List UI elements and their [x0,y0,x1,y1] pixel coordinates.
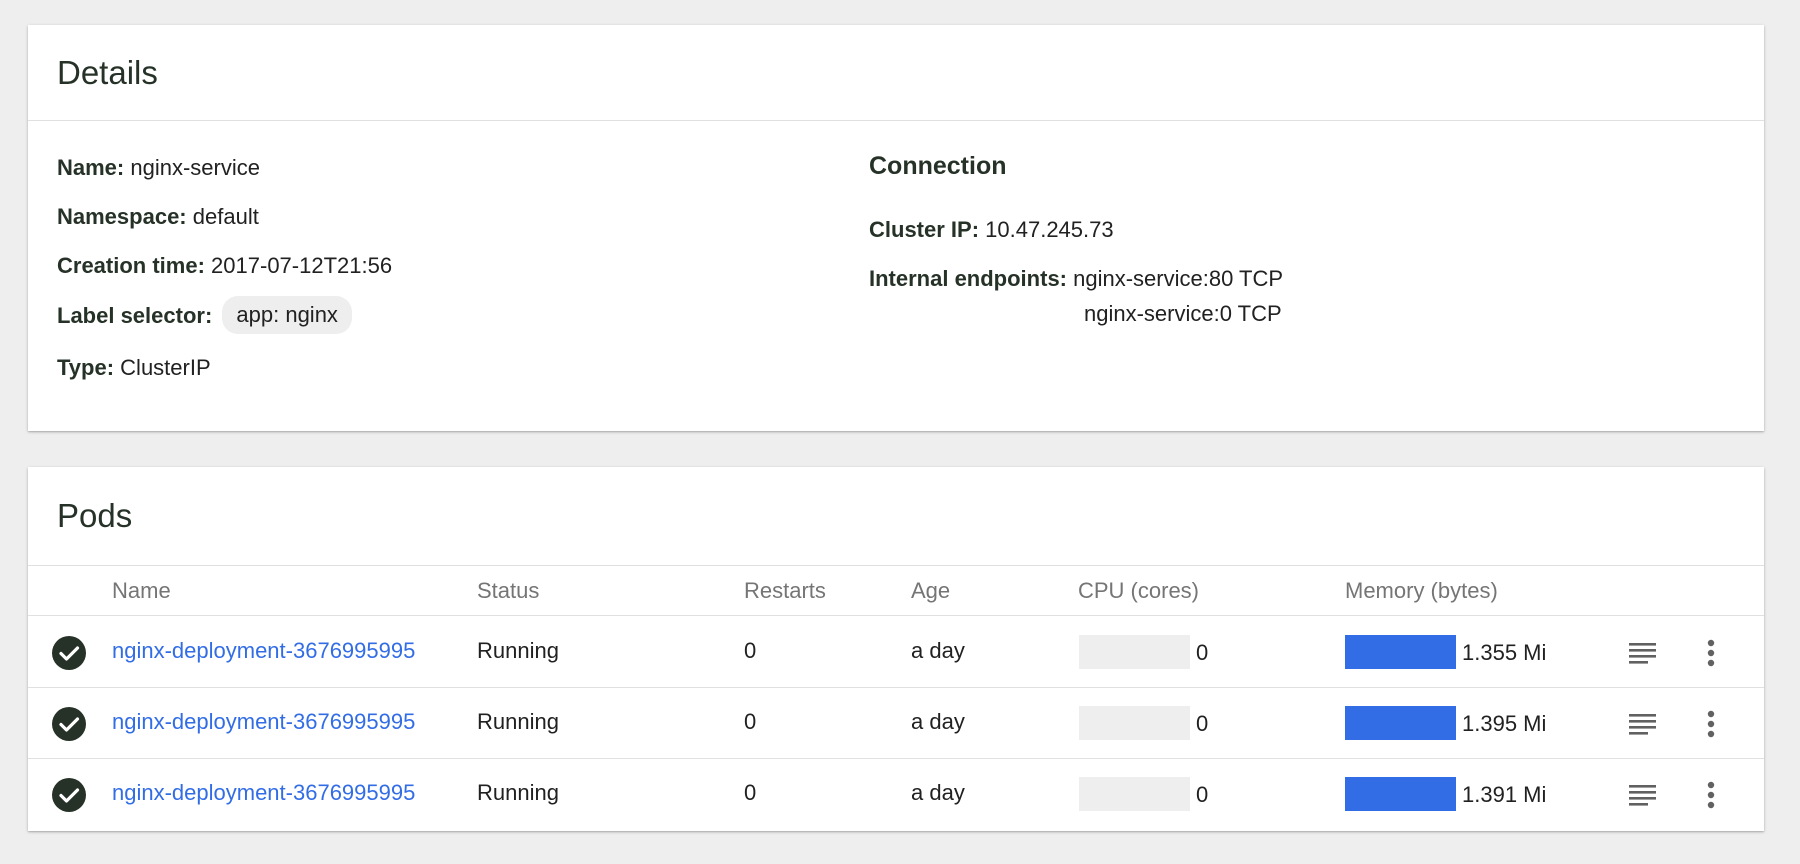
pods-header: Pods [28,467,1764,566]
field-internal-endpoints-label: Internal endpoints: [869,266,1067,291]
pods-card: Pods Name Status Restarts Age CPU (cores… [28,467,1764,831]
details-header: Details [28,25,1764,121]
memory-bar [1345,777,1456,811]
field-name-label: Name: [57,155,125,180]
column-header-status[interactable]: Status [477,576,539,606]
field-internal-endpoints-2: nginx-service:0 TCP [1084,299,1282,329]
field-creation-time: Creation time: 2017-07-12T21:56 [57,251,392,281]
column-header-cpu[interactable]: CPU (cores) [1078,576,1199,606]
field-cluster-ip: Cluster IP: 10.47.245.73 [869,215,1114,245]
table-row: nginx-deployment-3676995995 Running 0 a … [28,688,1764,759]
pod-restarts: 0 [744,780,757,805]
column-header-memory[interactable]: Memory (bytes) [1345,576,1498,606]
pod-age: a day [911,638,965,663]
pods-table-header: Name Status Restarts Age CPU (cores) Mem… [28,566,1764,616]
column-header-age[interactable]: Age [911,576,950,606]
logs-icon[interactable] [1624,777,1660,813]
connection-title: Connection [869,152,1007,180]
pod-status: Running [477,709,559,734]
column-header-restarts[interactable]: Restarts [744,576,826,606]
memory-bar-fill [1345,635,1456,669]
memory-bar [1345,635,1456,669]
table-row: nginx-deployment-3676995995 Running 0 a … [28,617,1764,688]
details-title: Details [57,54,158,91]
table-row: nginx-deployment-3676995995 Running 0 a … [28,759,1764,830]
field-namespace-label: Namespace: [57,204,187,229]
field-type-label: Type: [57,355,115,380]
field-label-selector: Label selector: app: nginx [57,296,352,336]
details-card: Details Name: nginx-service Namespace: d… [28,25,1764,431]
pod-restarts: 0 [744,709,757,734]
field-namespace: Namespace: default [57,202,259,232]
field-name-value: nginx-service [130,155,260,180]
pod-name-link[interactable]: nginx-deployment-3676995995 [112,778,415,808]
logs-icon[interactable] [1624,635,1660,671]
field-type-value: ClusterIP [120,355,211,380]
pod-status: Running [477,638,559,663]
label-chip: app: nginx [222,296,352,334]
memory-bar-fill [1345,706,1456,740]
more-vert-icon[interactable] [1693,635,1729,671]
column-header-name[interactable]: Name [112,576,171,606]
cpu-bar [1079,706,1190,740]
field-creation-time-label: Creation time: [57,253,205,278]
field-namespace-value: default [192,204,259,229]
field-creation-time-value: 2017-07-12T21:56 [211,253,393,278]
pod-restarts: 0 [744,638,757,663]
field-label-selector-label: Label selector: [57,302,213,328]
endpoint-2: nginx-service:0 TCP [1084,301,1282,326]
pods-title: Pods [57,497,133,534]
check-circle-icon [52,778,86,812]
cpu-value: 0 [1196,711,1209,736]
field-name: Name: nginx-service [57,153,260,183]
field-cluster-ip-value: 10.47.245.73 [985,217,1114,242]
memory-bar-fill [1345,777,1456,811]
more-vert-icon[interactable] [1693,706,1729,742]
field-cluster-ip-label: Cluster IP: [869,217,980,242]
check-circle-icon [52,707,86,741]
memory-value: 1.391 Mi [1462,782,1547,807]
memory-value: 1.355 Mi [1462,640,1547,665]
logs-icon[interactable] [1624,706,1660,742]
memory-value: 1.395 Mi [1462,711,1547,736]
cpu-value: 0 [1196,782,1209,807]
cpu-bar [1079,777,1190,811]
cpu-bar [1079,635,1190,669]
check-circle-icon [52,636,86,670]
field-type: Type: ClusterIP [57,353,211,383]
field-internal-endpoints: Internal endpoints: nginx-service:80 TCP [869,264,1283,294]
pod-name-link[interactable]: nginx-deployment-3676995995 [112,707,415,737]
pod-age: a day [911,709,965,734]
endpoint-1: nginx-service:80 TCP [1073,266,1284,291]
memory-bar [1345,706,1456,740]
pod-status: Running [477,780,559,805]
pod-name-link[interactable]: nginx-deployment-3676995995 [112,636,415,666]
pod-age: a day [911,780,965,805]
cpu-value: 0 [1196,640,1209,665]
more-vert-icon[interactable] [1693,777,1729,813]
